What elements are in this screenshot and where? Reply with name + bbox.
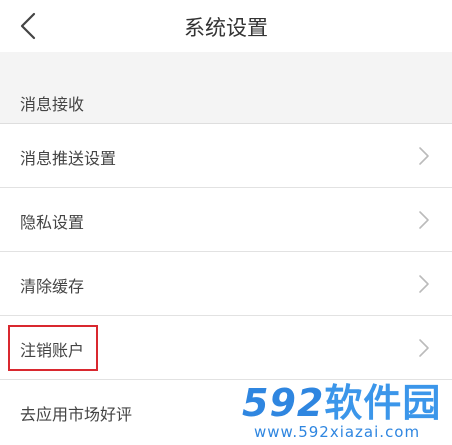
settings-item-privacy[interactable]: 隐私设置 bbox=[0, 188, 452, 252]
settings-item-label: 隐私设置 bbox=[20, 213, 85, 232]
page-title: 系统设置 bbox=[184, 16, 268, 40]
section-title: 消息接收 bbox=[20, 95, 85, 114]
settings-item-push[interactable]: 消息推送设置 bbox=[0, 124, 452, 188]
settings-item-label: 注销账户 bbox=[20, 341, 85, 360]
settings-item-delete-account[interactable]: 注销账户 bbox=[0, 316, 452, 380]
navbar: 系统设置 bbox=[0, 0, 452, 52]
settings-item-label: 去应用市场好评 bbox=[20, 405, 133, 424]
settings-item-clear-cache[interactable]: 清除缓存 bbox=[0, 252, 452, 316]
section-gap bbox=[0, 52, 452, 76]
section-header: 消息接收 bbox=[0, 76, 452, 124]
settings-item-rate-app[interactable]: 去应用市场好评 bbox=[0, 380, 452, 443]
chevron-right-icon bbox=[419, 275, 429, 293]
chevron-right-icon bbox=[419, 339, 429, 357]
chevron-right-icon bbox=[419, 211, 429, 229]
settings-item-label: 消息推送设置 bbox=[20, 149, 117, 168]
chevron-right-icon bbox=[419, 147, 429, 165]
settings-item-label: 清除缓存 bbox=[20, 277, 85, 296]
